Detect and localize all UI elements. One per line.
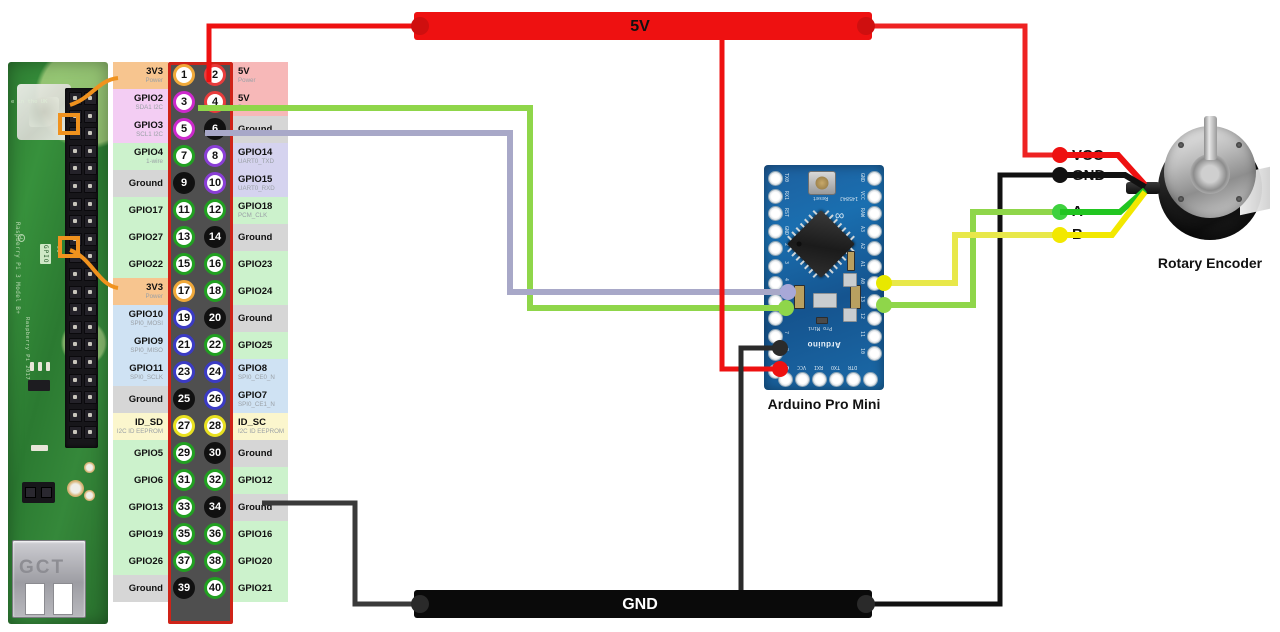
rail-5v-label: 5V xyxy=(630,18,650,35)
rail-layer xyxy=(411,12,1148,618)
pigtail-gnd xyxy=(1060,172,1147,190)
terminal-arduino-a4 xyxy=(778,300,794,316)
terminal-arduino-d2 xyxy=(876,297,892,313)
terminal-arduino-gnd xyxy=(772,340,788,356)
rail-gnd-label: GND xyxy=(622,596,658,613)
terminal-arduino-d3 xyxy=(876,275,892,291)
terminal-arduino-raw xyxy=(772,361,788,377)
terminal-arduino-a3 xyxy=(780,284,796,300)
wiring-diagram-canvas: Raspberry Pi 3 Model B+ Raspberry Pi 201… xyxy=(0,0,1280,632)
